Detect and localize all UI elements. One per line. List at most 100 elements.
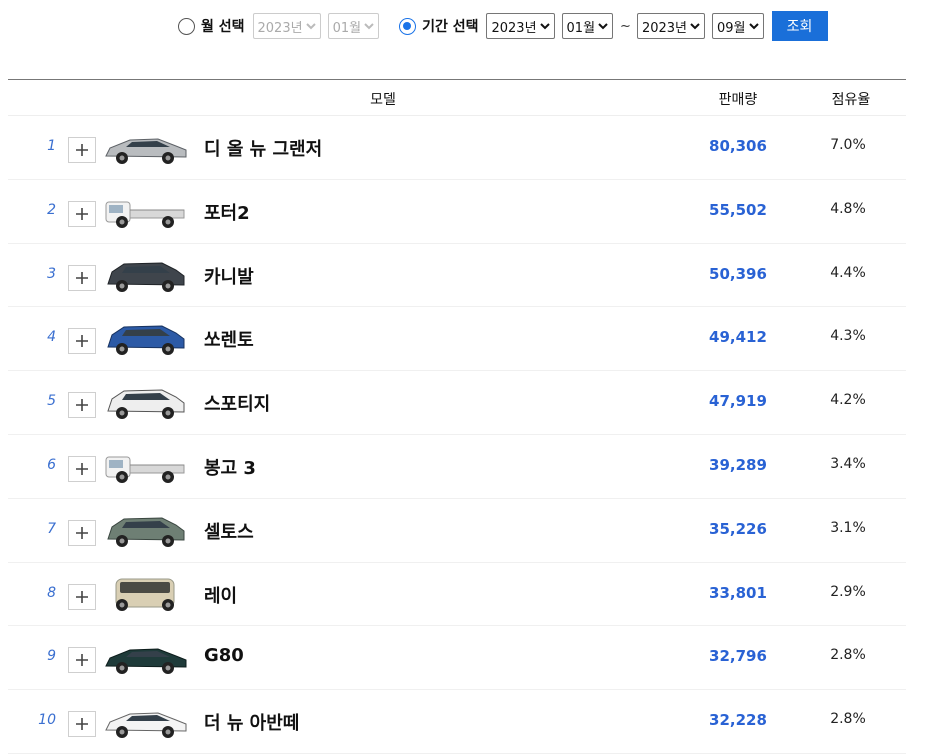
chevron-down-icon — [364, 23, 374, 30]
filter-bar: 월 선택 2023년 01월 기간 선택 2023년 01월 ~ 2023년 0… — [178, 11, 828, 41]
car-image — [107, 262, 185, 292]
chevron-down-icon — [690, 23, 700, 30]
to-month-select[interactable]: 09월 — [712, 13, 764, 39]
month-select-label: 월 선택 — [201, 19, 245, 35]
rank-number: 7 — [47, 520, 56, 537]
to-month-value: 09월 — [717, 20, 746, 36]
plus-icon — [76, 271, 88, 284]
table-header: 모델 판매량 점유율 — [8, 80, 906, 116]
rank-number: 10 — [38, 712, 56, 729]
car-image — [105, 712, 187, 739]
sales-value: 55,502 — [709, 200, 767, 219]
model-name[interactable]: 포터2 — [204, 199, 250, 225]
expand-button[interactable] — [68, 583, 96, 610]
table-row[interactable]: 3 카니발 50,396 4.4% — [8, 244, 906, 308]
model-name[interactable]: 쏘렌토 — [204, 326, 254, 352]
table-body: 1 디 올 뉴 그랜저 80,306 7.0% 2 포터2 55,502 4.8… — [8, 116, 906, 754]
share-value: 4.2% — [830, 392, 866, 409]
table-row[interactable]: 7 셀토스 35,226 3.1% — [8, 499, 906, 563]
rank-number: 8 — [47, 584, 56, 601]
header-share: 점유율 — [831, 92, 871, 108]
rank-number: 4 — [47, 329, 56, 346]
chevron-down-icon — [598, 23, 608, 30]
from-month-select[interactable]: 01월 — [561, 13, 614, 39]
chevron-down-icon — [539, 23, 550, 30]
period-select-label: 기간 선택 — [422, 19, 479, 35]
model-name[interactable]: 봉고 3 — [204, 454, 256, 480]
expand-button[interactable] — [68, 519, 96, 546]
to-year-select[interactable]: 2023년 — [636, 13, 705, 39]
range-separator: ~ — [620, 18, 631, 34]
model-name[interactable]: 셀토스 — [204, 518, 254, 544]
chevron-down-icon — [305, 23, 316, 30]
share-value: 7.0% — [830, 137, 866, 153]
month-year-select[interactable]: 2023년 — [252, 13, 321, 39]
share-value: 3.1% — [830, 519, 866, 536]
table-row[interactable]: 5 스포티지 47,919 4.2% — [8, 371, 906, 435]
expand-button[interactable] — [68, 328, 96, 355]
month-month-select[interactable]: 01월 — [327, 13, 380, 39]
car-image — [105, 456, 185, 483]
table-row[interactable]: 4 쏘렌토 49,412 4.3% — [8, 307, 906, 372]
rank-number: 1 — [47, 138, 56, 154]
query-button[interactable]: 조회 — [771, 11, 828, 41]
sales-value: 35,226 — [709, 519, 767, 538]
rank-number: 3 — [47, 265, 56, 282]
chevron-down-icon — [748, 23, 759, 30]
plus-icon — [76, 335, 88, 348]
sales-value: 32,796 — [709, 647, 767, 666]
plus-icon — [76, 399, 88, 412]
from-year-select[interactable]: 2023년 — [486, 13, 555, 39]
car-image — [105, 648, 187, 675]
to-year-value: 2023년 — [641, 20, 687, 36]
table-row[interactable]: 1 디 올 뉴 그랜저 80,306 7.0% — [8, 116, 906, 180]
expand-button[interactable] — [68, 264, 96, 291]
car-image — [107, 325, 185, 356]
model-name[interactable]: 카니발 — [204, 263, 254, 289]
expand-button[interactable] — [68, 200, 96, 227]
sales-value: 47,919 — [709, 392, 767, 411]
table-row[interactable]: 2 포터2 55,502 4.8% — [8, 180, 906, 244]
model-name[interactable]: 디 올 뉴 그랜저 — [204, 135, 322, 161]
header-sales: 판매량 — [718, 92, 758, 108]
month-month-value: 01월 — [332, 20, 362, 36]
period-select-radio[interactable] — [399, 17, 417, 35]
sales-value: 50,396 — [709, 264, 767, 283]
model-name[interactable]: 더 뉴 아반떼 — [204, 709, 299, 735]
car-image — [105, 201, 185, 228]
month-select-radio[interactable] — [178, 17, 195, 35]
sales-value: 49,412 — [709, 328, 767, 347]
sales-ranking-table: 모델 판매량 점유율 1 디 올 뉴 그랜저 80,306 7.0% 2 포터2… — [8, 79, 906, 754]
share-value: 3.4% — [830, 455, 866, 472]
model-name[interactable]: 스포티지 — [204, 390, 270, 416]
plus-icon — [76, 654, 88, 667]
model-name[interactable]: 레이 — [204, 582, 237, 608]
plus-icon — [76, 462, 88, 475]
car-image — [105, 138, 187, 164]
table-row[interactable]: 6 봉고 3 39,289 3.4% — [8, 435, 906, 499]
car-image — [107, 389, 185, 420]
expand-button[interactable] — [68, 392, 96, 419]
sales-value: 33,801 — [709, 583, 767, 602]
share-value: 2.8% — [830, 711, 866, 728]
sales-value: 39,289 — [709, 455, 767, 474]
model-name[interactable]: G80 — [204, 645, 244, 666]
expand-button[interactable] — [68, 647, 96, 674]
rank-number: 5 — [47, 393, 56, 410]
share-value: 4.3% — [830, 328, 866, 345]
sales-value: 80,306 — [709, 137, 767, 155]
table-row[interactable]: 9 G80 32,796 2.8% — [8, 626, 906, 691]
car-image — [115, 578, 175, 611]
plus-icon — [76, 590, 88, 603]
rank-number: 2 — [47, 201, 56, 218]
from-month-value: 01월 — [566, 20, 596, 36]
plus-icon — [76, 207, 88, 220]
table-row[interactable]: 10 더 뉴 아반떼 32,228 2.8% — [8, 690, 906, 754]
plus-icon — [76, 144, 88, 156]
from-year-value: 2023년 — [491, 20, 537, 36]
table-row[interactable]: 8 레이 33,801 2.9% — [8, 563, 906, 627]
plus-icon — [76, 526, 88, 539]
expand-button[interactable] — [68, 711, 96, 738]
expand-button[interactable] — [68, 137, 96, 163]
expand-button[interactable] — [68, 455, 96, 482]
